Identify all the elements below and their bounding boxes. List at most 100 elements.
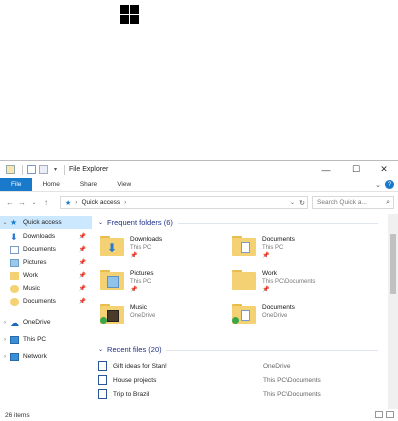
pin-icon[interactable]: 📌 bbox=[79, 298, 86, 305]
cloud-icon: ☁ bbox=[10, 317, 19, 328]
network-icon bbox=[10, 352, 19, 361]
sidebar-item-downloads[interactable]: ⬇ Downloads 📌 bbox=[0, 230, 92, 243]
downloads-icon: ⬇ bbox=[10, 231, 18, 242]
content-area: ⌄ Frequent folders (6) ⬇ Downloads This … bbox=[92, 214, 388, 410]
sync-status-icon bbox=[232, 317, 239, 324]
sidebar-item-label: Quick access bbox=[23, 219, 62, 226]
folder-tile-music[interactable]: Music OneDrive bbox=[100, 302, 235, 332]
forward-button[interactable]: → bbox=[16, 196, 28, 208]
word-document-icon bbox=[98, 361, 107, 371]
address-separator-icon[interactable]: › bbox=[75, 199, 77, 206]
downloads-folder-icon: ⬇ bbox=[100, 234, 124, 258]
pin-icon[interactable]: 📌 bbox=[79, 285, 86, 292]
tab-view[interactable]: View bbox=[107, 178, 141, 191]
pin-icon[interactable]: 📌 bbox=[79, 259, 86, 266]
windows-logo-icon[interactable] bbox=[120, 5, 140, 25]
customize-toolbar-icon[interactable]: ▾ bbox=[54, 166, 57, 173]
minimize-button[interactable]: — bbox=[314, 161, 338, 178]
close-button[interactable]: ✕ bbox=[372, 161, 396, 178]
frequent-folders-header[interactable]: ⌄ Frequent folders (6) bbox=[98, 218, 173, 227]
chevron-down-icon[interactable]: ⌄ bbox=[98, 346, 103, 353]
maximize-button[interactable]: ☐ bbox=[344, 161, 368, 178]
tab-share[interactable]: Share bbox=[70, 178, 107, 191]
quick-access-star-icon: ★ bbox=[65, 199, 72, 207]
scrollbar-thumb[interactable] bbox=[390, 234, 396, 294]
status-bar: 26 items bbox=[0, 409, 398, 421]
pin-icon[interactable]: 📌 bbox=[79, 272, 86, 279]
title-bar: ▾ File Explorer — ☐ ✕ bbox=[0, 161, 398, 178]
list-item[interactable]: House projects This PC\Documents bbox=[98, 374, 388, 386]
back-button[interactable]: ← bbox=[4, 196, 16, 208]
sidebar-item-quick-access[interactable]: ⌄ ★ Quick access bbox=[0, 216, 92, 229]
computer-icon bbox=[10, 335, 19, 344]
pin-icon[interactable]: 📌 bbox=[79, 246, 86, 253]
sidebar-item-work[interactable]: Work 📌 bbox=[0, 269, 92, 282]
sidebar-item-music[interactable]: Music 📌 bbox=[0, 282, 92, 295]
pin-icon: 📌 bbox=[130, 287, 138, 293]
chevron-right-icon[interactable]: › bbox=[0, 354, 10, 360]
sidebar-item-label: Pictures bbox=[23, 259, 47, 266]
sidebar-item-documents[interactable]: Documents 📌 bbox=[0, 243, 92, 256]
expand-ribbon-icon[interactable]: ⌄ bbox=[375, 181, 381, 189]
folder-tile-downloads[interactable]: ⬇ Downloads This PC 📌 bbox=[100, 234, 235, 264]
sidebar-item-label: This PC bbox=[23, 336, 47, 343]
chevron-right-icon[interactable]: › bbox=[0, 320, 10, 326]
documents-folder-icon bbox=[232, 234, 256, 258]
word-document-icon bbox=[98, 375, 107, 385]
large-icons-view-icon[interactable] bbox=[386, 411, 394, 418]
sync-status-icon bbox=[100, 317, 107, 324]
folder-tile-documents-onedrive[interactable]: Documents OneDrive bbox=[232, 302, 367, 332]
recent-locations-button[interactable]: ⌄ bbox=[28, 196, 40, 208]
documents-icon bbox=[10, 297, 19, 306]
details-view-icon[interactable] bbox=[375, 411, 383, 418]
sidebar-item-documents-onedrive[interactable]: Documents 📌 bbox=[0, 295, 92, 308]
documents-icon bbox=[10, 245, 19, 254]
sidebar-item-label: Documents bbox=[23, 246, 56, 253]
sidebar-item-label: Downloads bbox=[23, 233, 56, 240]
item-count: 26 items bbox=[5, 411, 30, 419]
list-item[interactable]: Trip to Brazil This PC\Documents bbox=[98, 388, 388, 400]
chevron-right-icon[interactable]: › bbox=[0, 337, 10, 343]
vertical-scrollbar[interactable] bbox=[388, 214, 398, 410]
music-folder-icon bbox=[100, 302, 124, 326]
address-row: ← → ⌄ ↑ ★ › Quick access › ⌄ ↻ Search Qu… bbox=[0, 192, 398, 212]
address-dropdown-icon[interactable]: ⌄ bbox=[290, 199, 295, 206]
list-item[interactable]: Gift ideas for Stan! OneDrive bbox=[98, 360, 388, 372]
sidebar-item-label: Music bbox=[23, 285, 40, 292]
tab-file[interactable]: File bbox=[0, 178, 33, 191]
chevron-down-icon[interactable]: ⌄ bbox=[0, 219, 10, 226]
chevron-down-icon[interactable]: ⌄ bbox=[98, 219, 103, 226]
pictures-folder-icon bbox=[100, 268, 124, 292]
sidebar-item-label: Network bbox=[23, 353, 47, 360]
folder-tile-documents[interactable]: Documents This PC 📌 bbox=[232, 234, 367, 264]
ribbon-tabs: File Home Share View ⌄ ? bbox=[0, 178, 398, 192]
sidebar-item-onedrive[interactable]: › ☁ OneDrive bbox=[0, 316, 92, 329]
properties-icon[interactable] bbox=[27, 165, 36, 174]
pin-icon: 📌 bbox=[262, 287, 270, 293]
folder-icon bbox=[232, 268, 256, 292]
pin-icon[interactable]: 📌 bbox=[79, 233, 86, 240]
folder-tile-work[interactable]: Work This PC\Documents 📌 bbox=[232, 268, 367, 298]
up-button[interactable]: ↑ bbox=[40, 196, 52, 208]
sidebar-item-pictures[interactable]: Pictures 📌 bbox=[0, 256, 92, 269]
search-icon: ⌕ bbox=[386, 198, 390, 206]
address-bar[interactable]: ★ › Quick access › ⌄ ↻ bbox=[60, 196, 308, 209]
recent-files-header[interactable]: ⌄ Recent files (20) bbox=[98, 345, 162, 354]
section-title: Frequent folders (6) bbox=[107, 218, 173, 227]
search-input[interactable]: Search Quick a... ⌕ bbox=[312, 196, 394, 209]
folder-tile-pictures[interactable]: Pictures This PC 📌 bbox=[100, 268, 235, 298]
address-separator-icon[interactable]: › bbox=[124, 199, 126, 206]
word-document-icon bbox=[98, 389, 107, 399]
pin-icon: 📌 bbox=[130, 253, 138, 259]
folder-app-icon bbox=[6, 165, 15, 174]
folder-icon bbox=[10, 271, 19, 280]
sidebar-item-label: Work bbox=[23, 272, 39, 279]
refresh-icon[interactable]: ↻ bbox=[299, 199, 305, 207]
documents-folder-icon bbox=[232, 302, 256, 326]
address-path[interactable]: Quick access bbox=[81, 199, 120, 206]
tab-home[interactable]: Home bbox=[32, 178, 69, 191]
new-folder-icon[interactable] bbox=[39, 165, 48, 174]
help-icon[interactable]: ? bbox=[385, 180, 394, 189]
sidebar-item-network[interactable]: › Network bbox=[0, 350, 92, 363]
sidebar-item-this-pc[interactable]: › This PC bbox=[0, 333, 92, 346]
